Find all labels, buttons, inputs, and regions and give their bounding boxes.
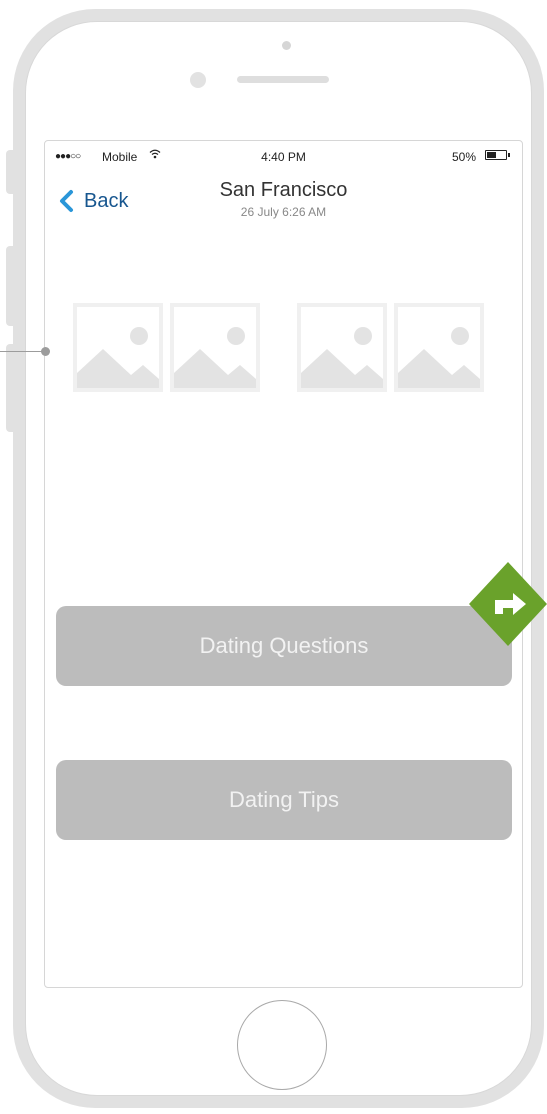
battery-icon <box>485 150 507 160</box>
screen: ●●●○○ Mobile 4:40 PM 50% Back San Franci… <box>44 140 523 988</box>
image-placeholder-icon <box>394 303 484 392</box>
image-placeholder-icon <box>73 303 163 392</box>
proximity-sensor <box>190 72 206 88</box>
page-title: San Francisco <box>219 179 348 201</box>
dating-questions-button[interactable]: Dating Questions <box>56 606 512 686</box>
earpiece-speaker <box>237 76 329 83</box>
navigation-arrow-icon[interactable] <box>468 562 547 646</box>
image-placeholder-icon <box>170 303 260 392</box>
status-bar: ●●●○○ Mobile 4:40 PM 50% <box>45 141 522 164</box>
volume-down-button <box>6 344 16 432</box>
connector-line <box>0 351 44 352</box>
page-subtitle: 26 July 6:26 AM <box>240 205 327 219</box>
image-placeholder-icon <box>297 303 387 392</box>
status-time: 4:40 PM <box>261 150 306 164</box>
home-button[interactable] <box>237 1000 327 1090</box>
battery-percent: 50% <box>452 150 477 164</box>
battery-tip <box>508 153 510 157</box>
mute-switch <box>6 150 16 194</box>
front-camera <box>282 41 291 50</box>
dating-tips-button[interactable]: Dating Tips <box>56 760 512 840</box>
battery-fill <box>487 152 496 158</box>
connector-dot <box>41 347 50 356</box>
volume-up-button <box>6 246 16 326</box>
